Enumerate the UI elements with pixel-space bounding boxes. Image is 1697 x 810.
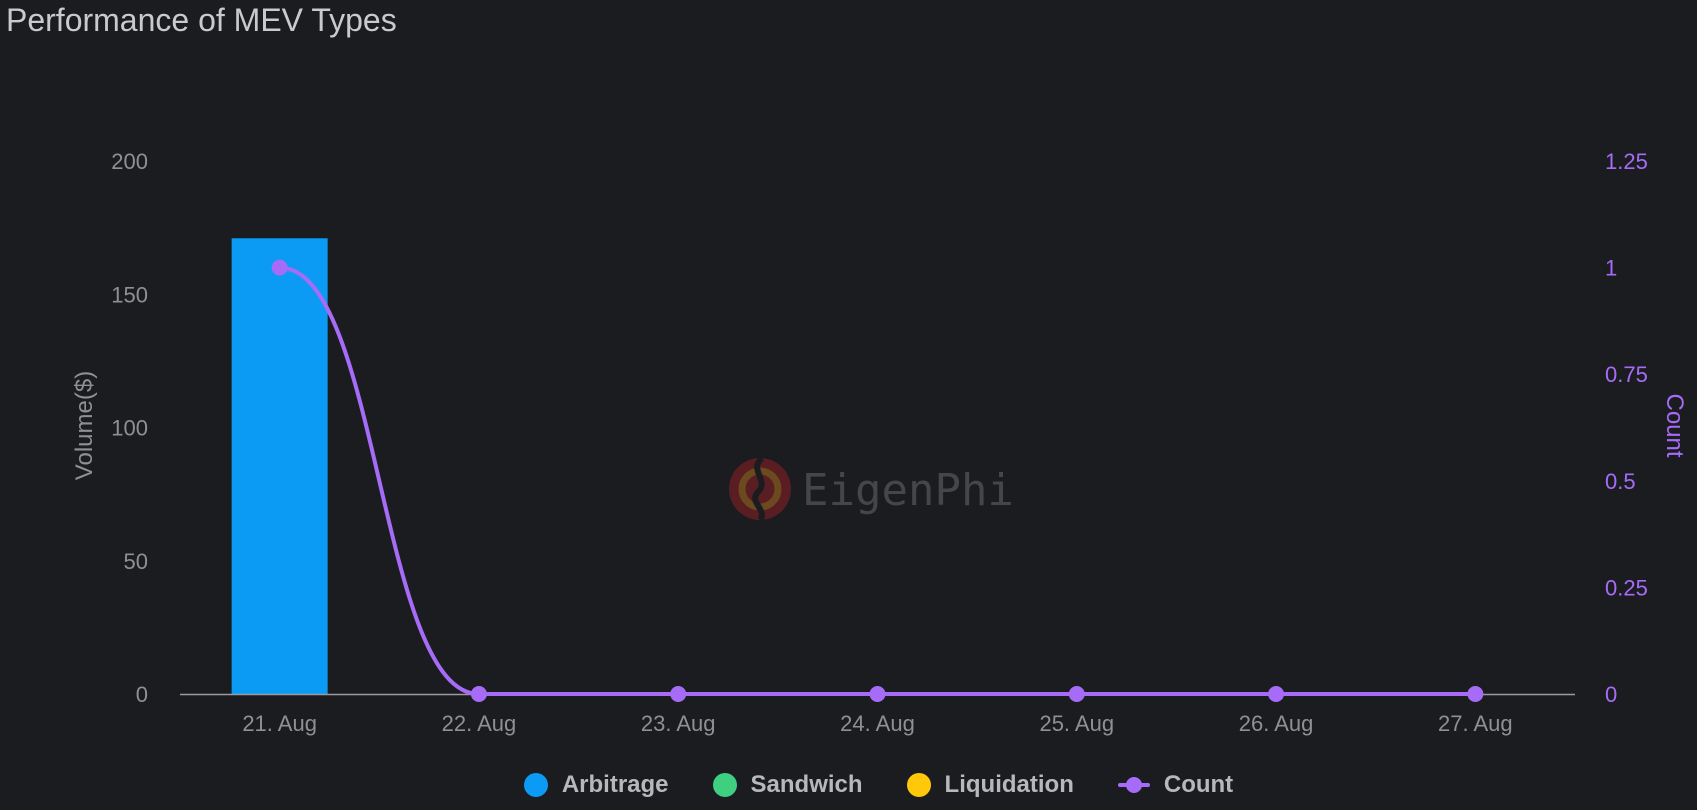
legend-item-count[interactable]: Count <box>1117 771 1234 799</box>
count-point <box>869 686 886 702</box>
legend-label: Liquidation <box>944 771 1074 798</box>
legend-swatch <box>712 773 737 797</box>
watermark-logo <box>729 455 791 522</box>
count-point <box>670 686 687 702</box>
legend-label: Arbitrage <box>561 771 669 798</box>
count-point <box>271 259 288 276</box>
y-right-tick-label: 0.25 <box>1605 575 1648 600</box>
y-right-tick-label: 0.5 <box>1605 469 1636 494</box>
y-right-tick-label: 1.25 <box>1605 149 1648 174</box>
legend-item-arbitrage[interactable]: Arbitrage <box>523 771 669 799</box>
legend-label: Count <box>1163 771 1234 798</box>
watermark-text: EigenPhi <box>802 465 1014 516</box>
y-tick-label: 150 <box>111 282 148 307</box>
legend-item-sandwich[interactable]: Sandwich <box>712 771 863 799</box>
x-tick-label: 24. Aug <box>840 711 915 736</box>
y-right-axis-title: Count <box>1661 393 1688 457</box>
x-tick-label: 25. Aug <box>1039 711 1114 736</box>
count-point <box>470 686 487 702</box>
chart-legend: Arbitrage Sandwich Liquidation Count <box>0 765 1697 805</box>
y-right-tick-label: 1 <box>1605 256 1617 281</box>
x-tick-label: 27. Aug <box>1438 711 1513 736</box>
y-tick-label: 200 <box>111 149 148 174</box>
y-axis-title: Volume($) <box>71 371 98 480</box>
y-tick-label: 0 <box>136 682 148 707</box>
legend-line-swatch <box>1117 773 1150 797</box>
bar-arbitrage <box>231 238 328 694</box>
count-point <box>1068 686 1085 702</box>
legend-swatch <box>906 773 931 797</box>
chart-canvas: EigenPhi 0 50 100 150 200 0 0.25 0.5 0.75 1 1.25 Vol… <box>71 149 1688 736</box>
x-tick-label: 26. Aug <box>1239 711 1314 736</box>
y-right-tick-label: 0 <box>1605 682 1617 707</box>
x-tick-label: 23. Aug <box>641 711 716 736</box>
y-right-tick-label: 0.75 <box>1605 362 1648 387</box>
count-point <box>1467 686 1484 702</box>
x-tick-label: 22. Aug <box>442 711 517 736</box>
legend-swatch <box>523 773 548 797</box>
legend-item-liquidation[interactable]: Liquidation <box>906 771 1074 799</box>
y-tick-label: 100 <box>111 416 148 441</box>
y-tick-label: 50 <box>124 549 148 574</box>
count-point <box>1268 686 1285 702</box>
legend-label: Sandwich <box>750 771 863 798</box>
x-tick-label: 21. Aug <box>242 711 317 736</box>
